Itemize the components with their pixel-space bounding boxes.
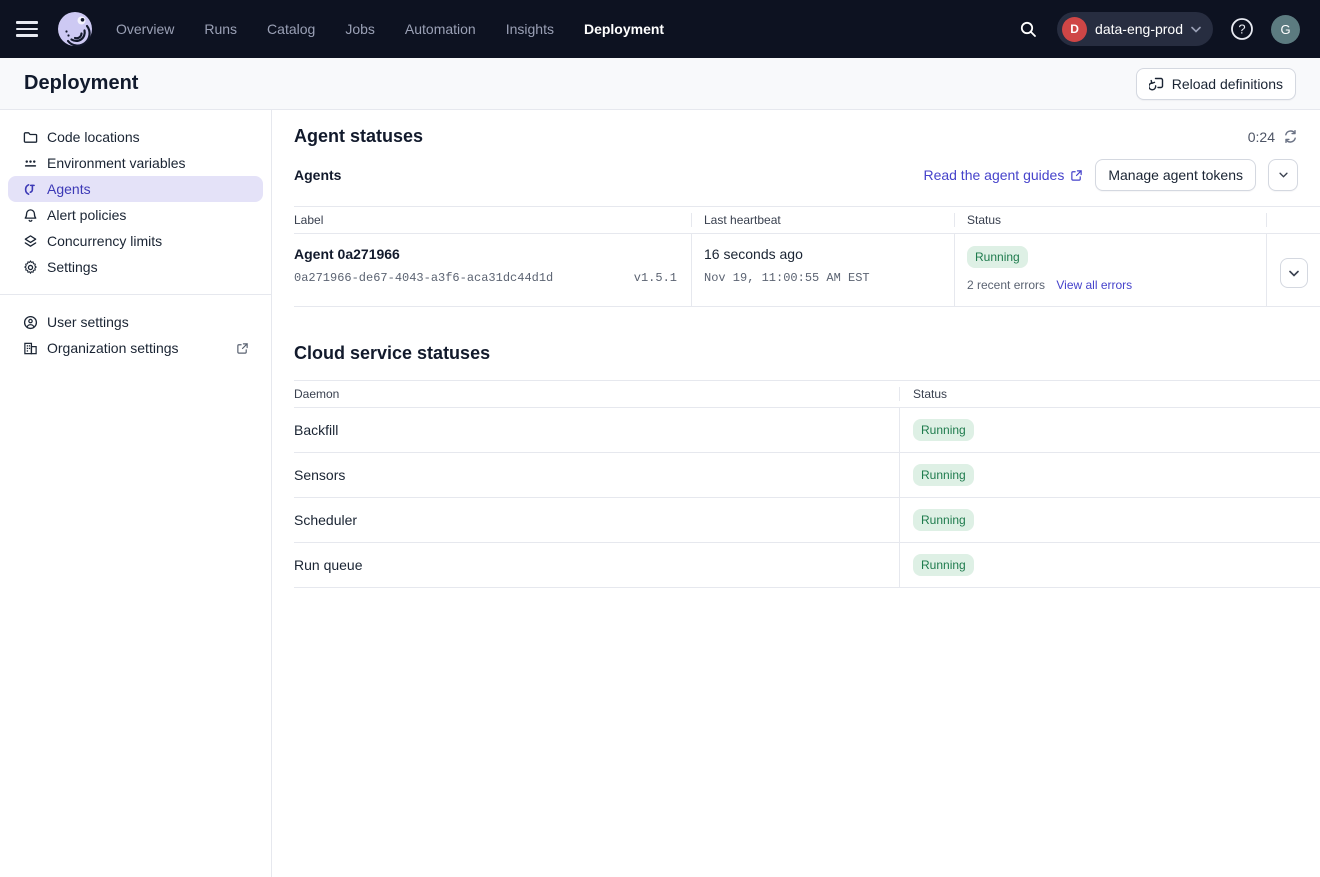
bell-icon [22,207,38,223]
sidebar-item-user-settings[interactable]: User settings [8,309,263,335]
manage-tokens-label: Manage agent tokens [1108,167,1243,183]
reload-icon [1149,76,1165,92]
status-badge: Running [967,246,1028,268]
chevron-down-icon [1191,26,1201,33]
column-header-daemon: Daemon [294,387,900,401]
external-link-icon [1070,169,1083,182]
agent-version: v1.5.1 [634,271,691,285]
sidebar-item-code-locations[interactable]: Code locations [8,124,263,150]
read-agent-guides-link[interactable]: Read the agent guides [923,167,1083,183]
user-icon [22,314,38,330]
agent-name: Agent 0a271966 [294,246,691,262]
column-header-heartbeat: Last heartbeat [692,213,955,227]
organization-icon [22,340,38,356]
daemon-name: Backfill [294,408,900,452]
reload-definitions-button[interactable]: Reload definitions [1136,68,1296,100]
agent-icon [22,181,38,197]
primary-nav: Overview Runs Catalog Jobs Automation In… [116,21,664,37]
sidebar-item-label: User settings [47,314,129,330]
status-badge: Running [913,464,974,486]
nav-insights[interactable]: Insights [506,21,554,37]
daemon-row-scheduler: Scheduler Running [294,498,1320,543]
sidebar-item-concurrency-limits[interactable]: Concurrency limits [8,228,263,254]
agents-table-header: Label Last heartbeat Status [294,206,1320,234]
daemon-row-run-queue: Run queue Running [294,543,1320,588]
external-link-icon [236,342,249,355]
agents-table: Label Last heartbeat Status Agent 0a2719… [294,206,1320,307]
sidebar-item-label: Code locations [47,129,140,145]
agent-table-row: Agent 0a271966 0a271966-de67-4043-a3f6-a… [294,234,1320,307]
daemon-name: Run queue [294,543,900,587]
chevron-down-icon [1289,270,1299,277]
sidebar-divider [0,294,271,295]
app-window: Overview Runs Catalog Jobs Automation In… [0,0,1320,877]
recent-errors-count: 2 recent errors [967,278,1045,292]
sidebar-item-alert-policies[interactable]: Alert policies [8,202,263,228]
sidebar-item-environment-variables[interactable]: Environment variables [8,150,263,176]
page-header: Deployment Reload definitions [0,58,1320,110]
variables-icon [22,155,38,171]
user-avatar[interactable]: G [1271,15,1300,44]
daemon-row-sensors: Sensors Running [294,453,1320,498]
agent-actions-dropdown-button[interactable] [1268,159,1298,191]
agent-row-expand-button[interactable] [1280,258,1308,288]
svg-text:?: ? [1238,22,1245,37]
deployment-switcher-label: data-eng-prod [1095,21,1183,37]
agent-statuses-title: Agent statuses [294,126,423,147]
nav-runs[interactable]: Runs [204,21,237,37]
dagster-logo-icon[interactable] [56,10,94,48]
sidebar-item-label: Settings [47,259,98,275]
heartbeat-relative: 16 seconds ago [704,246,954,262]
heartbeat-timestamp: Nov 19, 11:00:55 AM EST [704,271,870,285]
main-content: Agent statuses 0:24 Agents Read the agen… [272,110,1320,877]
sidebar-item-agents[interactable]: Agents [8,176,263,202]
daemon-name: Sensors [294,453,900,497]
nav-catalog[interactable]: Catalog [267,21,315,37]
nav-overview[interactable]: Overview [116,21,174,37]
deployment-initial-badge: D [1062,17,1087,42]
sidebar-item-label: Agents [47,181,91,197]
sidebar-item-organization-settings[interactable]: Organization settings [8,335,263,361]
top-nav: Overview Runs Catalog Jobs Automation In… [0,0,1320,58]
layers-icon [22,233,38,249]
refresh-icon[interactable] [1283,129,1298,144]
sidebar-item-label: Organization settings [47,340,179,356]
hamburger-menu-icon[interactable] [16,16,42,42]
help-icon[interactable]: ? [1227,14,1257,44]
daemon-row-backfill: Backfill Running [294,408,1320,453]
search-icon[interactable] [1013,14,1043,44]
deployment-switcher[interactable]: D data-eng-prod [1057,12,1213,46]
column-header-status: Status [900,387,1320,401]
reload-definitions-label: Reload definitions [1172,76,1283,92]
sidebar-item-label: Concurrency limits [47,233,162,249]
manage-agent-tokens-button[interactable]: Manage agent tokens [1095,159,1256,191]
cloud-table-header: Daemon Status [294,380,1320,408]
nav-deployment[interactable]: Deployment [584,21,664,37]
sidebar-item-label: Alert policies [47,207,126,223]
page-title: Deployment [24,72,138,95]
cloud-service-statuses-title: Cloud service statuses [294,343,1320,364]
column-header-label: Label [294,213,692,227]
nav-jobs[interactable]: Jobs [345,21,375,37]
nav-automation[interactable]: Automation [405,21,476,37]
agents-section-label: Agents [294,167,341,183]
daemon-name: Scheduler [294,498,900,542]
agent-id: 0a271966-de67-4043-a3f6-aca31dc44d1d [294,271,553,285]
cloud-services-table: Daemon Status Backfill Running Sensors R… [294,380,1320,588]
refresh-countdown: 0:24 [1248,129,1320,145]
status-badge: Running [913,419,974,441]
status-badge: Running [913,509,974,531]
view-all-errors-link[interactable]: View all errors [1056,278,1132,292]
column-header-status: Status [955,213,1267,227]
countdown-value: 0:24 [1248,129,1275,145]
sidebar-item-settings[interactable]: Settings [8,254,263,280]
gear-icon [22,259,38,275]
guides-link-label: Read the agent guides [923,167,1064,183]
sidebar: Code locations Environment variables Age… [0,110,272,877]
folder-icon [22,129,38,145]
sidebar-item-label: Environment variables [47,155,186,171]
status-badge: Running [913,554,974,576]
caret-down-icon [1279,172,1288,178]
